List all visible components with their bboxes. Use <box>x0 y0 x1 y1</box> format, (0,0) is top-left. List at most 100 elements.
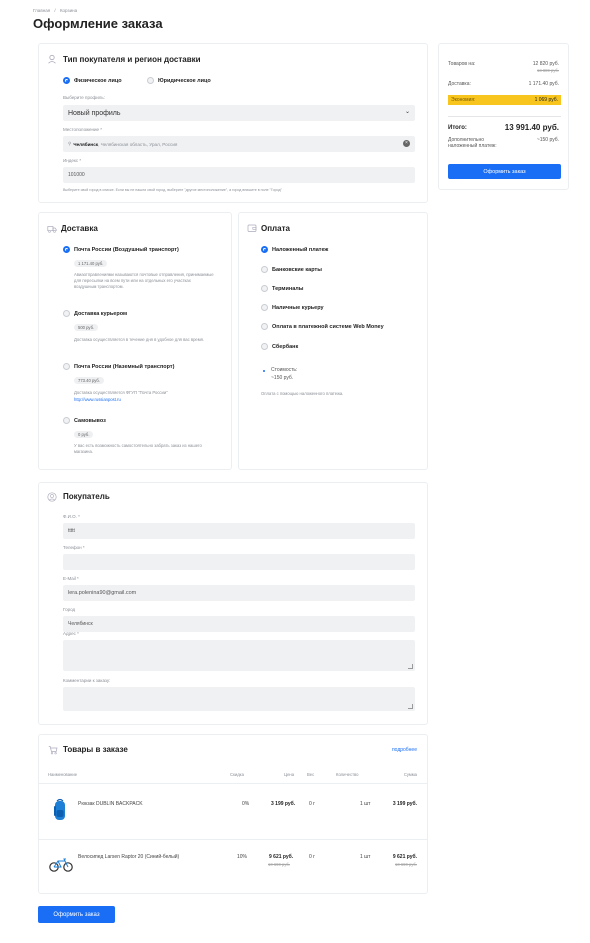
delivery-title: Доставка <box>61 224 98 233</box>
payment-radio-cards[interactable] <box>261 266 268 273</box>
russianpost-link[interactable]: http://www.russianpost.ru <box>74 397 121 403</box>
goods-section: Товары в заказе подробнее Наименование С… <box>38 734 428 894</box>
delivery-label-courier: Доставка курьером <box>74 310 128 317</box>
payment-title: Оплата <box>261 224 290 233</box>
cost-bullet-icon <box>263 370 265 372</box>
backpack-image[interactable] <box>52 798 68 822</box>
location-city: Челябинск <box>73 141 99 147</box>
city-value: Челябинск <box>68 621 93 627</box>
item-discount: 0% <box>242 801 250 807</box>
payment-option-cod[interactable]: Наложенный платеж <box>261 246 328 253</box>
payment-label-cod: Наложенный платеж <box>272 246 329 253</box>
comment-textarea[interactable] <box>63 687 415 711</box>
payment-radio-terminals[interactable] <box>261 285 268 292</box>
checkout-button-bottom[interactable]: Оформить заказ <box>38 906 115 923</box>
location-rest: , Челябинская область, Урал, Россия <box>98 141 178 147</box>
location-label: Местоположение * <box>63 127 103 132</box>
payment-label-cards: Банковские карты <box>272 266 322 273</box>
extra-value: ~150 руб. <box>536 137 559 143</box>
summary-delivery-label: Доставка: <box>448 81 471 87</box>
payment-radio-webmoney[interactable] <box>261 323 268 330</box>
radio-legal-label: Юридическое лицо <box>158 77 211 84</box>
delivery-price-air: 1 171.40 руб. <box>74 260 108 267</box>
summary-goods-label: Товаров на: <box>448 61 476 67</box>
item-name[interactable]: Рюкзак DUBLIN BACKPACK <box>78 801 143 807</box>
bicycle-image[interactable] <box>49 857 73 873</box>
radio-individual-dot[interactable] <box>63 77 70 84</box>
delivery-radio-courier[interactable] <box>63 310 70 317</box>
payment-label-webmoney: Оплата в платежной системе Web Money <box>272 323 384 330</box>
radio-legal-dot[interactable] <box>147 77 154 84</box>
user-pin-icon <box>48 54 56 64</box>
phone-input[interactable] <box>63 554 415 570</box>
customer-title: Покупатель <box>63 492 110 501</box>
index-label: Индекс * <box>63 158 82 163</box>
delivery-radio-ground[interactable] <box>63 363 70 370</box>
col-name: Наименование <box>48 772 78 777</box>
payment-cost-value: ~150 руб. <box>271 375 294 381</box>
delivery-price-courier: 500 руб. <box>74 324 99 331</box>
breadcrumb-cart[interactable]: Корзина <box>60 8 77 13</box>
delivery-desc-ground: Доставка осуществляется ФГУП "Почта Росс… <box>74 390 168 395</box>
payment-option-cash[interactable]: Наличные курьеру <box>261 304 324 311</box>
goods-more-link[interactable]: подробнее <box>392 747 417 753</box>
city-input[interactable]: Челябинск <box>63 616 415 632</box>
economy-label: Экономия: <box>451 97 476 103</box>
delivery-option-pickup[interactable]: Самовывоз <box>63 417 106 424</box>
radio-individual-label: Физическое лицо <box>74 77 122 84</box>
summary-goods-old: 13 889 руб. <box>537 68 559 73</box>
payment-cost-label: Стоимость: <box>271 367 298 373</box>
profile-select[interactable]: Новый профиль ⌄ <box>63 105 415 121</box>
payment-radio-cod[interactable] <box>261 246 268 253</box>
resize-handle-icon[interactable] <box>408 704 413 709</box>
col-weight: Вес <box>307 772 315 777</box>
delivery-radio-pickup[interactable] <box>63 417 70 424</box>
search-icon: ⚲ <box>68 141 72 146</box>
delivery-price-pickup: 0 руб. <box>74 431 94 438</box>
delivery-radio-air[interactable] <box>63 246 70 253</box>
breadcrumb-separator: / <box>54 8 56 13</box>
radio-legal[interactable]: Юридическое лицо <box>147 77 211 84</box>
delivery-option-courier[interactable]: Доставка курьером <box>63 310 127 317</box>
address-label: Адрес * <box>63 631 79 636</box>
item-price: 3 199 руб. <box>271 801 296 807</box>
col-price: Цена <box>284 772 295 777</box>
payment-option-sberbank[interactable]: Сбербанк <box>261 343 298 350</box>
table-row: Велосипед Larsen Raptor 20 (Синий-белый)… <box>39 840 427 894</box>
location-input[interactable]: ⚲ Челябинск, Челябинская область, Урал, … <box>63 136 415 152</box>
resize-handle-icon[interactable] <box>408 664 413 669</box>
payment-label-terminals: Терминалы <box>272 285 304 292</box>
wallet-icon <box>247 224 257 232</box>
fio-value: ttttt <box>68 528 75 534</box>
economy-bar: Экономия: 1 069 руб. <box>448 95 561 105</box>
cart-icon <box>48 746 58 755</box>
fio-input[interactable]: ttttt <box>63 523 415 539</box>
delivery-label-air: Почта России (Воздушный транспорт) <box>74 246 179 253</box>
payment-option-webmoney[interactable]: Оплата в платежной системе Web Money <box>261 323 384 330</box>
payment-label-sberbank: Сбербанк <box>272 343 299 350</box>
delivery-section: Доставка Почта России (Воздушный транспо… <box>38 212 232 470</box>
address-textarea[interactable] <box>63 640 415 671</box>
buyer-type-section: Тип покупателя и регион доставки Физичес… <box>38 43 428 203</box>
item-name[interactable]: Велосипед Larsen Raptor 20 (Синий-белый) <box>78 854 179 860</box>
delivery-option-air[interactable]: Почта России (Воздушный транспорт) <box>63 246 179 253</box>
total-label: Итого: <box>448 125 467 131</box>
item-qty: 1 шт <box>360 854 371 860</box>
delivery-option-ground[interactable]: Почта России (Наземный транспорт) <box>63 363 174 370</box>
payment-option-cards[interactable]: Банковские карты <box>261 266 322 273</box>
email-input[interactable]: lera.polenina90@gmail.com <box>63 585 415 601</box>
checkout-button-summary[interactable]: Оформить заказ <box>448 164 561 179</box>
order-summary: Товаров на: 12 820 руб. 13 889 руб. Дост… <box>438 43 569 190</box>
payment-radio-cash[interactable] <box>261 304 268 311</box>
summary-goods-value: 12 820 руб. <box>532 61 559 67</box>
delivery-price-ground: 773.40 руб. <box>74 377 104 384</box>
payment-option-terminals[interactable]: Терминалы <box>261 285 303 292</box>
chevron-down-icon: ⌄ <box>404 109 410 115</box>
radio-individual[interactable]: Физическое лицо <box>63 77 122 84</box>
goods-title: Товары в заказе <box>63 745 128 754</box>
payment-section: Оплата Наложенный платеж Банковские карт… <box>238 212 428 470</box>
payment-radio-sberbank[interactable] <box>261 343 268 350</box>
breadcrumb-home[interactable]: Главная <box>33 8 50 13</box>
clear-icon[interactable]: × <box>403 140 410 147</box>
index-input[interactable]: 101000 <box>63 167 415 183</box>
